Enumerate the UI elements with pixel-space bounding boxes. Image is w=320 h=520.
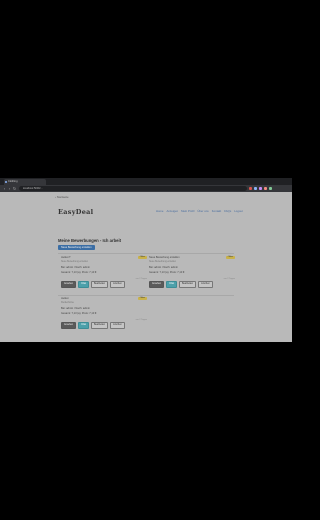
extension-icon[interactable] xyxy=(254,187,257,190)
delete-button[interactable]: Löschen xyxy=(198,281,213,288)
nav-item-profil[interactable]: Mein Profil xyxy=(181,209,194,213)
back-link[interactable]: ‹ Startseite xyxy=(55,195,69,199)
edit-button[interactable]: Bearbeiten xyxy=(90,322,109,329)
card-price: Gesamt: 7,13 (a), Preis: 7,13 € xyxy=(61,271,97,274)
reload-icon[interactable]: ↻ xyxy=(12,185,17,192)
new-application-button[interactable]: Neue Bewerbung erstellen xyxy=(58,245,95,250)
extension-icon[interactable] xyxy=(249,187,252,190)
tab-title: Clothing xyxy=(8,180,18,183)
chat-button[interactable]: Chat xyxy=(166,281,177,288)
card-date: vor 2 Tagen xyxy=(223,278,235,280)
nav-item-logout[interactable]: Logout xyxy=(234,209,243,213)
card-actions: Ansehen Chat Bearbeiten Löschen xyxy=(61,281,125,288)
divider xyxy=(58,253,234,254)
view-button[interactable]: Ansehen xyxy=(61,281,77,288)
card-actions: Ansehen Chat Bearbeiten Löschen xyxy=(149,281,213,288)
card-subtitle: Neue Bewerbung erstellen xyxy=(149,261,177,263)
status-badge: Offen xyxy=(225,256,235,260)
extension-icon[interactable] xyxy=(264,187,267,190)
address-bar[interactable]: localhost:5000/... xyxy=(19,186,247,191)
chat-button[interactable]: Chat xyxy=(78,281,89,288)
card-title[interactable]: Jacket T xyxy=(61,256,71,259)
chat-button[interactable]: Chat xyxy=(78,322,89,329)
card-date: vor 2 Tagen xyxy=(135,319,147,321)
delete-button[interactable]: Löschen xyxy=(110,322,125,329)
card-parties: Bei: admin / Nach: admin xyxy=(61,307,90,310)
card-date: vor 2 Tagen xyxy=(135,278,147,280)
card-parties: Bei: admin / Nach: admin xyxy=(61,266,90,269)
edit-button[interactable]: Bearbeiten xyxy=(90,281,109,288)
favicon-icon xyxy=(5,181,7,183)
status-badge: Offen xyxy=(137,256,147,260)
browser-tab[interactable]: Clothing xyxy=(4,179,46,185)
nav-item-faqs[interactable]: FAQs xyxy=(224,209,231,213)
view-button[interactable]: Ansehen xyxy=(61,322,77,329)
card-actions: Ansehen Chat Bearbeiten Löschen xyxy=(61,322,125,329)
page-title: Meine Bewerbungen - Ich arbeit xyxy=(58,238,122,243)
nav-item-about[interactable]: Über uns xyxy=(197,209,208,213)
application-card: Neue Bewerbung erstellen Offen Neue Bewe… xyxy=(149,256,235,292)
divider xyxy=(58,295,234,296)
application-card: Jacket T Offen Neue Bewerbung erstellen … xyxy=(61,256,147,292)
nav-item-kontakt[interactable]: Kontakt xyxy=(212,209,222,213)
extension-icon[interactable] xyxy=(259,187,262,190)
web-page: ‹ Startseite EasyDeal Home Anzeigen Mein… xyxy=(0,192,292,342)
nav-item-home[interactable]: Home xyxy=(156,209,163,213)
view-button[interactable]: Ansehen xyxy=(149,281,165,288)
card-title[interactable]: Neue Bewerbung erstellen xyxy=(149,256,180,259)
application-card: Jacket Offen Kleiderbörse Bei: admin / N… xyxy=(61,297,147,333)
card-price: Gesamt: 7,13 (a), Preis: 7,13 € xyxy=(149,271,185,274)
delete-button[interactable]: Löschen xyxy=(110,281,125,288)
nav-item-anzeigen[interactable]: Anzeigen xyxy=(166,209,178,213)
site-logo[interactable]: EasyDeal xyxy=(58,208,93,216)
card-subtitle: Neue Bewerbung erstellen xyxy=(61,261,89,263)
edit-button[interactable]: Bearbeiten xyxy=(178,281,197,288)
browser-window: Clothing ‹ › ↻ localhost:5000/... ‹ Star… xyxy=(0,178,292,342)
profile-avatar-icon[interactable] xyxy=(269,187,272,190)
card-subtitle: Kleiderbörse xyxy=(61,302,74,304)
status-badge: Offen xyxy=(137,297,147,301)
tab-strip: Clothing xyxy=(0,178,292,185)
main-nav: Home Anzeigen Mein Profil Über uns Konta… xyxy=(156,209,243,213)
card-price: Gesamt: 7,13 (a), Preis: 7,13 € xyxy=(61,312,97,315)
browser-toolbar: ‹ › ↻ localhost:5000/... xyxy=(0,185,292,192)
card-parties: Bei: admin / Nach: admin xyxy=(149,266,178,269)
card-title[interactable]: Jacket xyxy=(61,297,69,300)
